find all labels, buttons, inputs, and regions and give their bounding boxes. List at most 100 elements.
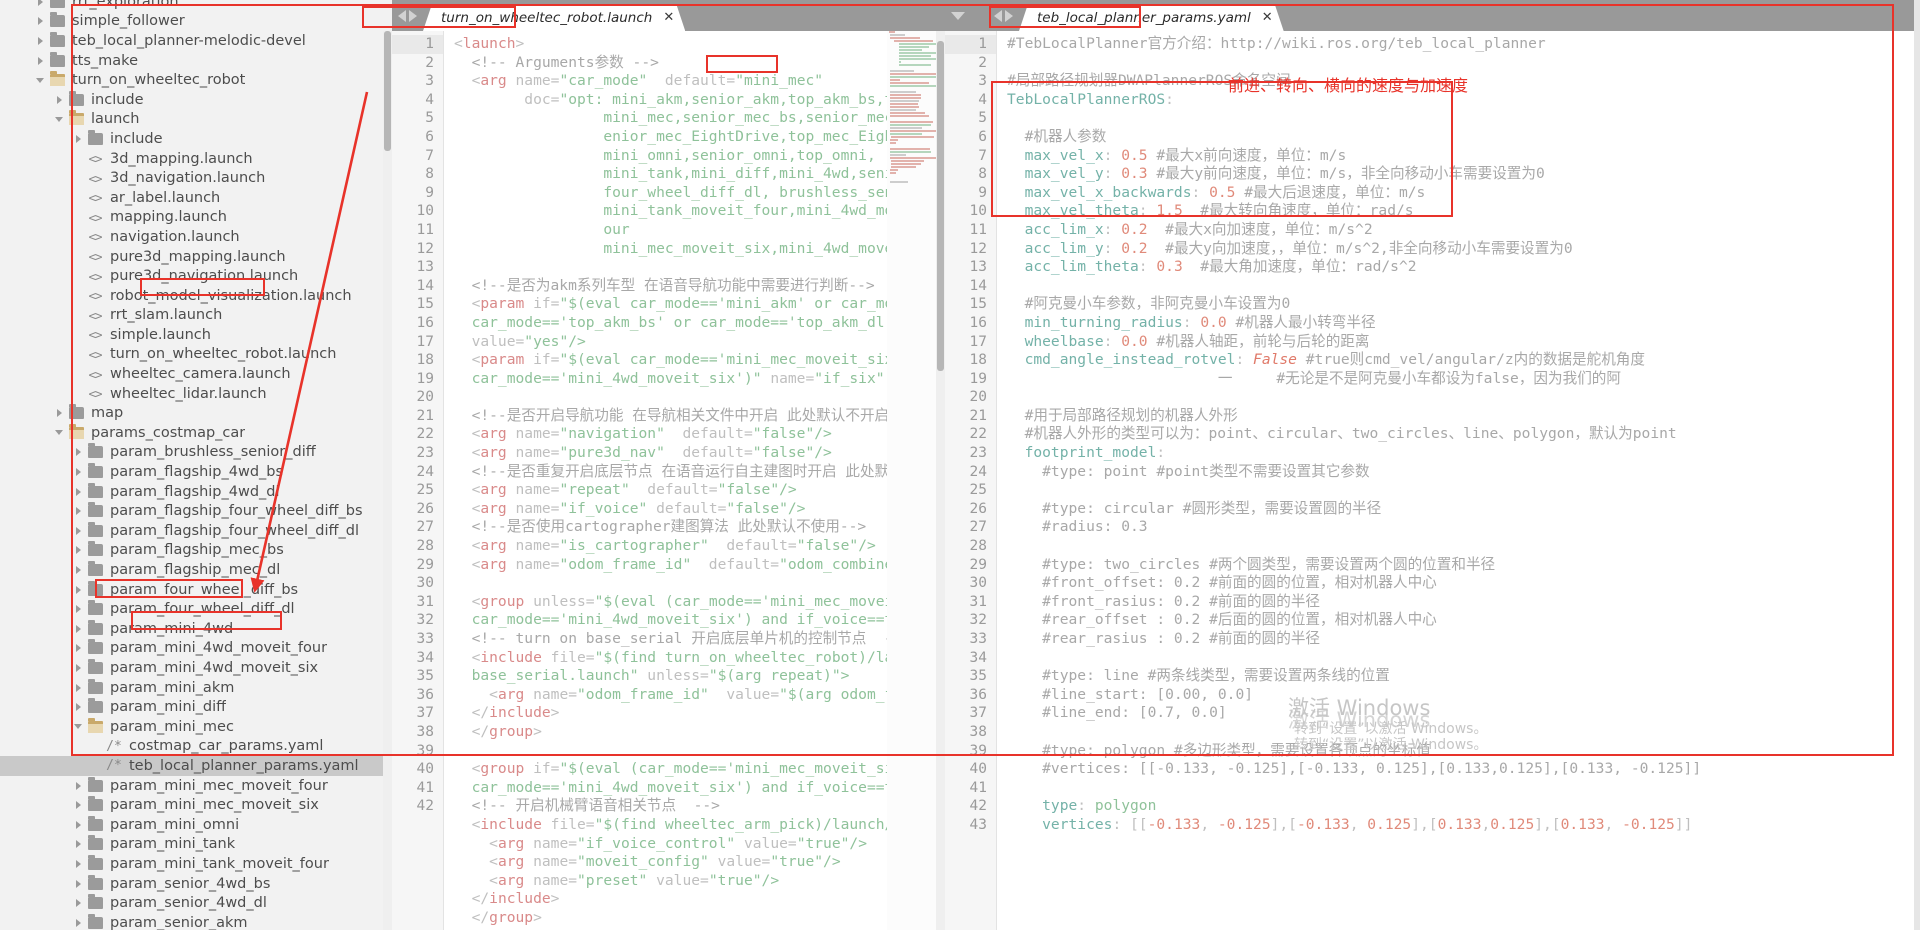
chevron-right-icon[interactable] <box>71 566 85 575</box>
code-line[interactable] <box>1007 649 1920 668</box>
tree-item-param-mini-4wd-moveit-four[interactable]: param_mini_4wd_moveit_four <box>0 639 392 659</box>
code-line[interactable] <box>1007 481 1920 500</box>
code-line[interactable]: <!-- turn on base_serial 开启底层单片机的控制节点 --… <box>454 630 945 649</box>
code-line[interactable]: #type: point #point类型不需要设置其它参数 <box>1007 463 1920 482</box>
code-line[interactable]: min_turning_radius: 0.0 #机器人最小转弯半径 <box>1007 314 1920 333</box>
tab-nav-left[interactable] <box>392 0 423 31</box>
code-line[interactable]: car_mode=='mini_4wd_moveit_six')" name="… <box>454 370 945 389</box>
tree-item-wheeltec-camera-launch[interactable]: <> wheeltec_camera.launch <box>0 364 392 384</box>
tree-item-teb-local-planner-melodic-devel[interactable]: teb_local_planner-melodic-devel <box>0 31 392 51</box>
code-line[interactable]: </group> <box>454 723 945 742</box>
code-line[interactable]: <arg name="moveit_config" value="true"/> <box>454 853 945 872</box>
code-line[interactable]: #type: line #两条线类型，需要设置两条线的位置 <box>1007 667 1920 686</box>
code-line[interactable]: <!--是否使用cartographer建图算法 此处默认不使用--> <box>454 518 945 537</box>
code-line[interactable]: #TebLocalPlanner官方介绍：http://wiki.ros.org… <box>1007 35 1920 54</box>
chevron-right-icon[interactable] <box>71 781 85 790</box>
tree-item-launch[interactable]: launch <box>0 110 392 130</box>
tab-nav-right[interactable] <box>945 0 1019 31</box>
tree-item-param-brushless-senior-diff[interactable]: param_brushless_senior_diff <box>0 443 392 463</box>
code-line[interactable]: #机器人参数 <box>1007 128 1920 147</box>
chevron-right-icon[interactable] <box>71 644 85 653</box>
code-line[interactable]: <arg name="if_voice" default="false"/> <box>454 500 945 519</box>
chevron-right-icon[interactable] <box>33 0 47 6</box>
tree-item-ar-label-launch[interactable]: <> ar_label.launch <box>0 188 392 208</box>
code-line[interactable]: </include> <box>454 704 945 723</box>
tree-item-param-mini-4wd-moveit-six[interactable]: param_mini_4wd_moveit_six <box>0 658 392 678</box>
code-line[interactable]: <include file="$(find wheeltec_arm_pick)… <box>454 816 945 835</box>
code-line[interactable]: acc_lim_theta: 0.3 #最大角加速度，单位：rad/s^2 <box>1007 258 1920 277</box>
code-line[interactable]: doc="opt: mini_akm,senior_akm,top_akm_bs… <box>454 91 945 110</box>
tree-item-map[interactable]: map <box>0 403 392 423</box>
code-line[interactable]: mini_omni,senior_omni,top_omni, <box>454 147 945 166</box>
code-line[interactable]: <group if="$(eval (car_mode=='mini_mec_m… <box>454 760 945 779</box>
chevron-right-icon[interactable] <box>71 859 85 868</box>
tree-item-rrt-exploration[interactable]: rrt_exploration <box>0 0 392 12</box>
code-line[interactable] <box>1007 537 1920 556</box>
chevron-right-icon[interactable] <box>71 899 85 908</box>
tree-item-param-senior-4wd-bs[interactable]: param_senior_4wd_bs <box>0 874 392 894</box>
code-line[interactable]: </group> <box>454 909 945 928</box>
tree-item-param-mini-mec[interactable]: param_mini_mec <box>0 717 392 737</box>
code-line[interactable]: four_wheel_diff_dl, brushless_senior_dif… <box>454 184 945 203</box>
code-line[interactable]: max_vel_x: 0.5 #最大x前向速度，单位：m/s <box>1007 147 1920 166</box>
tab-prev-icon[interactable] <box>398 9 406 22</box>
chevron-right-icon[interactable] <box>71 663 85 672</box>
code-line[interactable]: max_vel_theta: 1.5 #最大转向角速度，单位：rad/s <box>1007 202 1920 221</box>
code-line[interactable]: type: polygon <box>1007 797 1920 816</box>
tree-item-costmap-car-params-yaml[interactable]: /* costmap_car_params.yaml <box>0 737 392 757</box>
code-line[interactable]: mini_mec,senior_mec_bs,senior_mec_dl,top… <box>454 109 945 128</box>
tree-item-3d-navigation-launch[interactable]: <> 3d_navigation.launch <box>0 168 392 188</box>
tree-item-param-four-wheel-diff-dl[interactable]: param_four_wheel_diff_dl <box>0 599 392 619</box>
code-line[interactable]: footprint_model: <box>1007 444 1920 463</box>
code-line[interactable]: #type: circular #圆形类型，需要设置圆的半径 <box>1007 500 1920 519</box>
code-line[interactable]: <!-- Arguments参数 --> <box>454 54 945 73</box>
code-line[interactable]: mini_tank_moveit_four,mini_4wd_moveit_fo… <box>454 202 945 221</box>
sidebar-scroll-thumb[interactable] <box>384 31 391 151</box>
code-line[interactable] <box>1007 277 1920 296</box>
code-line[interactable] <box>454 742 945 761</box>
code-line[interactable]: <arg name="odom_frame_id" default="odom_… <box>454 556 945 575</box>
code-line[interactable]: <arg name="repeat" default="false"/> <box>454 481 945 500</box>
code-line[interactable]: value="yes"/> <box>454 333 945 352</box>
tree-item-param-flagship-mec-bs[interactable]: param_flagship_mec_bs <box>0 541 392 561</box>
chevron-right-icon[interactable] <box>71 585 85 594</box>
code-line[interactable]: car_mode=='mini_4wd_moveit_six') and if_… <box>454 779 945 798</box>
chevron-down-icon[interactable] <box>71 724 85 730</box>
tree-item-rrt-slam-launch[interactable]: <> rrt_slam.launch <box>0 306 392 326</box>
code-content-right[interactable]: #TebLocalPlanner官方介绍：http://wiki.ros.org… <box>997 31 1920 930</box>
code-line[interactable]: 一 #无论是不是阿克曼小车都设为false，因为我们的阿 <box>1007 370 1920 389</box>
tab-next-icon[interactable] <box>409 9 417 22</box>
tree-item-simple-launch[interactable]: <> simple.launch <box>0 325 392 345</box>
code-line[interactable]: #radius: 0.3 <box>1007 518 1920 537</box>
tree-item-params-costmap-car[interactable]: params_costmap_car <box>0 423 392 443</box>
tree-item-param-flagship-4wd-dl[interactable]: param_flagship_4wd_dl <box>0 482 392 502</box>
tree-item-param-mini-mec-moveit-six[interactable]: param_mini_mec_moveit_six <box>0 795 392 815</box>
code-line[interactable]: wheelbase: 0.0 #机器人轴距，前轮与后轮的距离 <box>1007 333 1920 352</box>
chevron-down-icon[interactable] <box>52 116 66 122</box>
code-line[interactable]: base_serial.launch" unless="$(arg repeat… <box>454 667 945 686</box>
tree-item-include[interactable]: include <box>0 129 392 149</box>
tree-item-navigation-launch[interactable]: <> navigation.launch <box>0 227 392 247</box>
chevron-down-icon[interactable] <box>951 11 965 20</box>
code-line[interactable]: cmd_angle_instead_rotvel: False #true则cm… <box>1007 351 1920 370</box>
code-line[interactable] <box>1007 779 1920 798</box>
chevron-right-icon[interactable] <box>33 36 47 45</box>
code-line[interactable]: <!--是否开启导航功能 在导航相关文件中开启 此处默认不开启--> <box>454 407 945 426</box>
code-line[interactable] <box>454 258 945 277</box>
code-line[interactable]: mini_tank,mini_diff,mini_4wd,senior_diff… <box>454 165 945 184</box>
tree-item-pure3d-navigation-launch[interactable]: <> pure3d_navigation.launch <box>0 266 392 286</box>
tab-turn-on-wheeltec-robot-launch[interactable]: turn_on_wheeltec_robot.launch ✕ <box>423 4 685 31</box>
code-line[interactable]: vertices: [[-0.133, -0.125],[-0.133, 0.1… <box>1007 816 1920 835</box>
chevron-right-icon[interactable] <box>71 879 85 888</box>
code-line[interactable] <box>454 574 945 593</box>
tree-item-simple-follower[interactable]: simple_follower <box>0 12 392 32</box>
sidebar-scrollbar[interactable] <box>383 31 392 930</box>
code-line[interactable]: <arg name="navigation" default="false"/> <box>454 425 945 444</box>
tree-item-param-flagship-four-wheel-diff-bs[interactable]: param_flagship_four_wheel_diff_bs <box>0 501 392 521</box>
code-line[interactable]: #front_offset: 0.2 #前面的圆的位置，相对机器人中心 <box>1007 574 1920 593</box>
tree-item-teb-local-planner-params-yaml[interactable]: /* teb_local_planner_params.yaml <box>0 756 392 776</box>
chevron-right-icon[interactable] <box>33 17 47 26</box>
code-line[interactable]: <arg name="car_mode" default="mini_mec" <box>454 72 945 91</box>
code-line[interactable] <box>1007 109 1920 128</box>
chevron-down-icon[interactable] <box>52 430 66 436</box>
